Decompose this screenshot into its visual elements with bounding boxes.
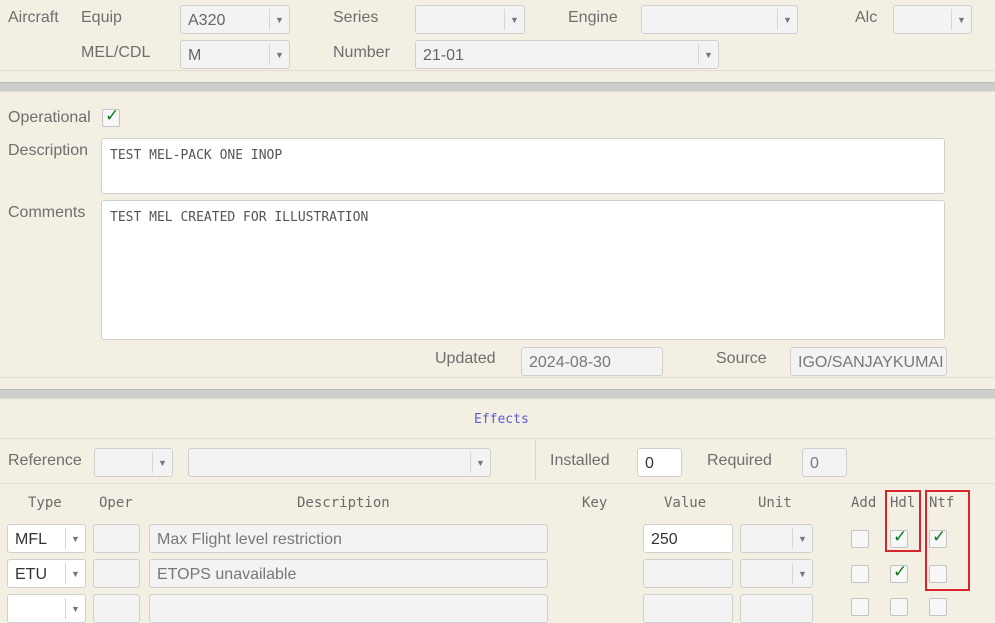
hdl-highlight-box	[885, 490, 921, 552]
row2-add-checkbox[interactable]	[851, 565, 869, 583]
row3-ntf-checkbox[interactable]	[929, 598, 947, 616]
row1-type-value: MFL	[15, 531, 47, 548]
vertical-divider	[535, 440, 536, 480]
operational-label: Operational	[8, 109, 91, 126]
chevron-down-icon[interactable]: ▼	[792, 563, 812, 584]
chevron-down-icon[interactable]: ▼	[504, 9, 524, 30]
section-separator	[0, 82, 995, 92]
column-header-value: Value	[664, 495, 707, 511]
ntf-highlight-box	[925, 490, 970, 591]
chevron-down-icon[interactable]: ▼	[269, 44, 289, 65]
number-label: Number	[333, 44, 390, 61]
aircraft-label: Aircraft	[8, 9, 59, 26]
row1-unit-select[interactable]: ▼	[740, 524, 813, 553]
column-header-add: Add	[851, 495, 877, 511]
comments-label: Comments	[8, 204, 86, 221]
column-header-type: Type	[28, 495, 62, 511]
chevron-down-icon[interactable]: ▼	[152, 452, 172, 473]
chevron-down-icon[interactable]: ▼	[65, 563, 85, 584]
chevron-down-icon[interactable]: ▼	[470, 452, 490, 473]
required-field[interactable]: 0	[802, 448, 847, 477]
description-label: Description	[8, 142, 89, 159]
required-label: Required	[707, 452, 772, 469]
source-label: Source	[716, 350, 767, 367]
chevron-down-icon[interactable]: ▼	[698, 44, 718, 65]
melcdl-select[interactable]: M ▼	[180, 40, 290, 69]
row3-unit-select[interactable]	[740, 594, 813, 623]
row2-type-select[interactable]: ETU ▼	[7, 559, 86, 588]
source-field[interactable]: IGO/SANJAYKUMAI	[790, 347, 947, 376]
divider	[0, 377, 995, 378]
row2-description-field[interactable]: ETOPS unavailable	[149, 559, 548, 588]
section-separator	[0, 389, 995, 399]
row2-unit-select[interactable]: ▼	[740, 559, 813, 588]
column-header-key: Key	[582, 495, 608, 511]
row2-value-field[interactable]	[643, 559, 733, 588]
equip-value: A320	[188, 12, 226, 29]
operational-checkbox[interactable]	[102, 106, 120, 127]
chevron-down-icon[interactable]: ▼	[65, 528, 85, 549]
series-select[interactable]: ▼	[415, 5, 525, 34]
row3-description-field[interactable]	[149, 594, 548, 623]
installed-label: Installed	[550, 452, 610, 469]
comments-field[interactable]: TEST MEL CREATED FOR ILLUSTRATION	[101, 200, 945, 340]
row1-description-field[interactable]: Max Flight level restriction	[149, 524, 548, 553]
row1-value-field[interactable]: 250	[643, 524, 733, 553]
row2-oper-field[interactable]	[93, 559, 140, 588]
divider	[0, 438, 995, 439]
melcdl-label: MEL/CDL	[81, 44, 151, 61]
alc-select[interactable]: ▼	[893, 5, 972, 34]
row3-add-checkbox[interactable]	[851, 598, 869, 616]
row2-type-value: ETU	[15, 566, 47, 583]
melcdl-value: M	[188, 47, 202, 64]
column-header-description: Description	[297, 495, 390, 511]
reference-label: Reference	[8, 452, 82, 469]
number-select[interactable]: 21-01 ▼	[415, 40, 719, 69]
column-header-oper: Oper	[99, 495, 133, 511]
row1-oper-field[interactable]	[93, 524, 140, 553]
row1-add-checkbox[interactable]	[851, 530, 869, 548]
effects-title: Effects	[474, 412, 529, 427]
number-value: 21-01	[423, 47, 464, 64]
row1-type-select[interactable]: MFL ▼	[7, 524, 86, 553]
reference-select[interactable]: ▼	[94, 448, 173, 477]
reference-detail-select[interactable]: ▼	[188, 448, 491, 477]
description-field[interactable]: TEST MEL-PACK ONE INOP	[101, 138, 945, 194]
row3-type-select[interactable]: ▼	[7, 594, 86, 623]
divider	[0, 483, 995, 484]
chevron-down-icon[interactable]: ▼	[777, 9, 797, 30]
updated-field[interactable]: 2024-08-30	[521, 347, 663, 376]
equip-select[interactable]: A320 ▼	[180, 5, 290, 34]
series-label: Series	[333, 9, 379, 26]
chevron-down-icon[interactable]: ▼	[269, 9, 289, 30]
installed-field[interactable]: 0	[637, 448, 682, 477]
chevron-down-icon[interactable]: ▼	[951, 9, 971, 30]
divider	[0, 70, 995, 71]
row3-value-field[interactable]	[643, 594, 733, 623]
column-header-unit: Unit	[758, 495, 792, 511]
chevron-down-icon[interactable]: ▼	[792, 528, 812, 549]
row2-hdl-checkbox[interactable]	[890, 562, 908, 583]
engine-select[interactable]: ▼	[641, 5, 798, 34]
row3-oper-field[interactable]	[93, 594, 140, 623]
engine-label: Engine	[568, 9, 618, 26]
updated-label: Updated	[435, 350, 496, 367]
row3-hdl-checkbox[interactable]	[890, 598, 908, 616]
equip-label: Equip	[81, 9, 122, 26]
alc-label: Alc	[855, 9, 878, 26]
chevron-down-icon[interactable]: ▼	[65, 598, 85, 619]
